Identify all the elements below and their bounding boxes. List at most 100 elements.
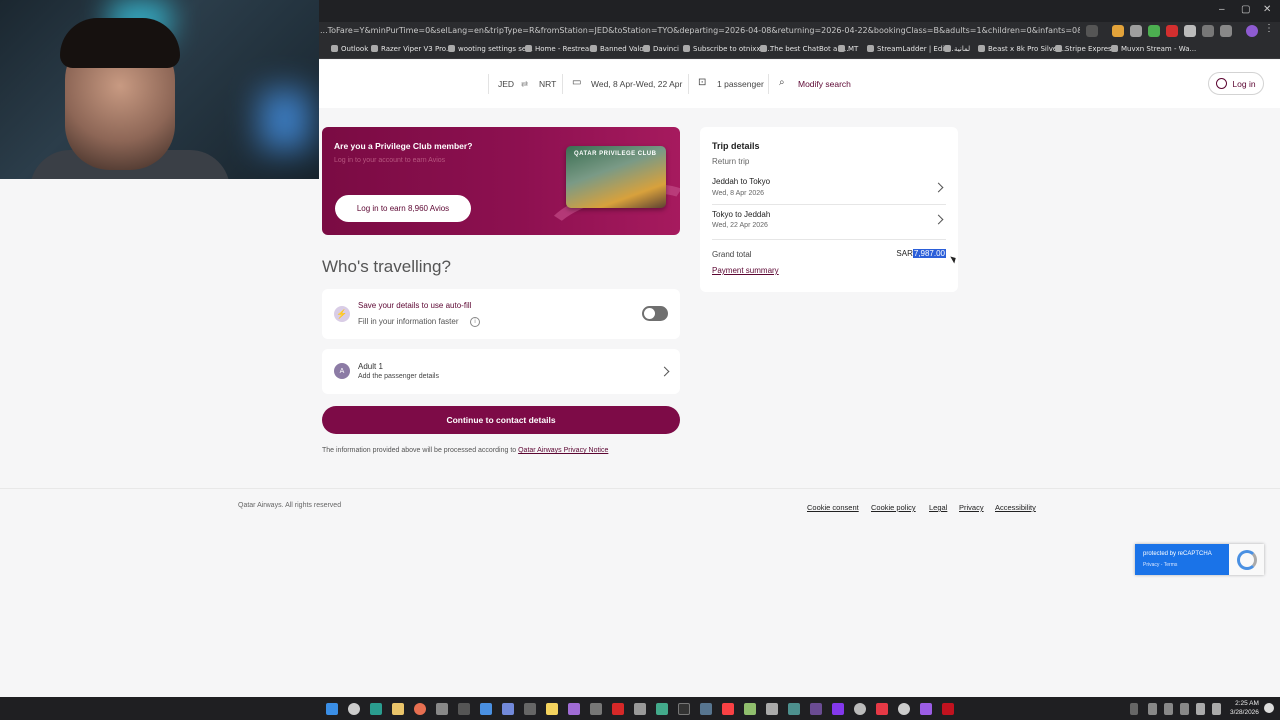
tray-chevron-icon[interactable] [1130,703,1138,715]
bookmark-item[interactable]: Davinci [643,45,679,53]
bookmark-item[interactable]: wooting settings se... [448,45,533,53]
edge-icon[interactable] [370,703,382,715]
bookmark-item[interactable]: StreamLadder | Edit... [867,45,954,53]
app-icon[interactable] [722,703,734,715]
bookmark-item[interactable]: Subscribe to otnixx -... [683,45,772,53]
bookmark-item[interactable]: Beast x 8k Pro Silver... [978,45,1066,53]
recaptcha-badge[interactable]: protected by reCAPTCHA Privacy - Terms [1135,544,1264,575]
modify-search-link[interactable]: Modify search [798,79,851,89]
app-icon[interactable] [546,703,558,715]
footer-link-accessibility[interactable]: Accessibility [995,503,1036,512]
app-icon[interactable] [898,703,910,715]
passenger-card[interactable]: A Adult 1 Add the passenger details [322,349,680,394]
discord-icon[interactable] [502,703,514,715]
origin-code[interactable]: JED [498,79,514,89]
menu-icon[interactable]: ⋮ [1264,23,1276,35]
volume-icon[interactable] [1212,703,1221,715]
bookmark-item[interactable]: Home - Restream [525,45,596,53]
bookmark-item[interactable]: Outlook [331,45,368,53]
payment-summary-link[interactable]: Payment summary [712,266,779,275]
windows-start-icon[interactable] [326,703,338,715]
login-earn-avios-button[interactable]: Log in to earn 8,960 Avios [335,195,471,222]
footer-link-cookie-policy[interactable]: Cookie policy [871,503,916,512]
tray-icon[interactable] [1180,703,1189,715]
url-text[interactable]: ...ToFare=Y&minPurTime=0&selLang=en&trip… [320,26,1080,35]
app-icon[interactable] [942,703,954,715]
app-icon[interactable] [744,703,756,715]
star-icon[interactable] [1086,25,1098,37]
app-icon[interactable] [876,703,888,715]
bookmark-item[interactable]: Banned Valo [590,45,644,53]
continue-button[interactable]: Continue to contact details [322,406,680,434]
divider [712,204,946,205]
bookmark-item[interactable]: Razer Viper V3 Pro... [371,45,453,53]
chrome-icon[interactable] [414,703,426,715]
webcam-light [260,90,310,150]
app-icon[interactable] [436,703,448,715]
app-icon[interactable] [832,703,844,715]
chevron-right-icon [659,366,670,377]
chevron-right-icon[interactable] [933,182,944,193]
settings-icon[interactable] [766,703,778,715]
taskbar-clock[interactable]: 2:25 AM 3/28/2026 [1230,699,1259,717]
maximize-button[interactable]: ▢ [1241,4,1250,15]
search-icon[interactable] [348,703,360,715]
app-icon[interactable] [788,703,800,715]
extension-icon[interactable] [1112,25,1124,37]
bookmark-item[interactable]: لمانية [944,45,970,53]
tray-icon[interactable] [1148,703,1157,715]
autofill-toggle[interactable] [642,306,668,321]
app-icon[interactable] [612,703,624,715]
extension-icon[interactable] [1166,25,1178,37]
promo-title: Are you a Privilege Club member? [334,141,473,151]
app-icon[interactable] [458,703,470,715]
recaptcha-links[interactable]: Privacy - Terms [1143,562,1177,568]
app-icon[interactable] [700,703,712,715]
chevron-right-icon[interactable] [933,214,944,225]
extension-icon[interactable] [1148,25,1160,37]
travel-dates[interactable]: Wed, 8 Apr-Wed, 22 Apr [591,79,682,89]
footer-link-legal[interactable]: Legal [929,503,947,512]
tray-icon[interactable] [1164,703,1173,715]
info-icon[interactable]: i [470,317,480,327]
leg-route[interactable]: Tokyo to Jeddah [712,210,770,219]
app-icon[interactable] [854,703,866,715]
app-icon[interactable] [656,703,668,715]
app-icon[interactable] [590,703,602,715]
app-icon[interactable] [920,703,932,715]
bookmark-item[interactable]: Stripe Express [1055,45,1115,53]
destination-code[interactable]: NRT [539,79,556,89]
app-icon[interactable] [634,703,646,715]
divider [768,74,769,94]
privacy-prefix: The information provided above will be p… [322,447,519,454]
wifi-icon[interactable] [1196,703,1205,715]
app-icon[interactable] [568,703,580,715]
user-icon [1216,78,1228,89]
app-icon[interactable] [810,703,822,715]
privacy-notice-link[interactable]: Qatar Airways Privacy Notice [518,447,608,454]
puzzle-icon[interactable] [1220,25,1232,37]
app-icon[interactable] [480,703,492,715]
app-icon[interactable] [524,703,536,715]
profile-avatar[interactable] [1246,25,1258,37]
folder-icon[interactable] [392,703,404,715]
footer-link-cookie-consent[interactable]: Cookie consent [807,503,859,512]
total-amount[interactable]: 7,987.00 [912,249,946,258]
app-icon[interactable] [678,703,690,715]
extension-icon[interactable] [1130,25,1142,37]
bookmark-item[interactable]: Muvxn Stream - Wa... [1111,45,1196,53]
footer-link-privacy[interactable]: Privacy [959,503,984,512]
minimize-button[interactable]: – [1219,4,1225,15]
passenger-count[interactable]: 1 passenger [717,79,764,89]
login-button[interactable]: Log in [1208,72,1264,95]
leg-route[interactable]: Jeddah to Tokyo [712,177,770,186]
swap-icon[interactable]: ⇄ [521,79,528,90]
autofill-subtitle: Fill in your information faster [358,317,459,326]
close-window-button[interactable]: ✕ [1263,4,1271,15]
bookmark-item[interactable]: The best ChatBot an... [760,45,848,53]
bookmark-item[interactable]: MT [838,45,858,53]
extension-icon[interactable] [1184,25,1196,37]
extension-icon[interactable] [1202,25,1214,37]
leg-date: Wed, 22 Apr 2026 [712,222,768,229]
notification-icon[interactable] [1264,703,1274,713]
